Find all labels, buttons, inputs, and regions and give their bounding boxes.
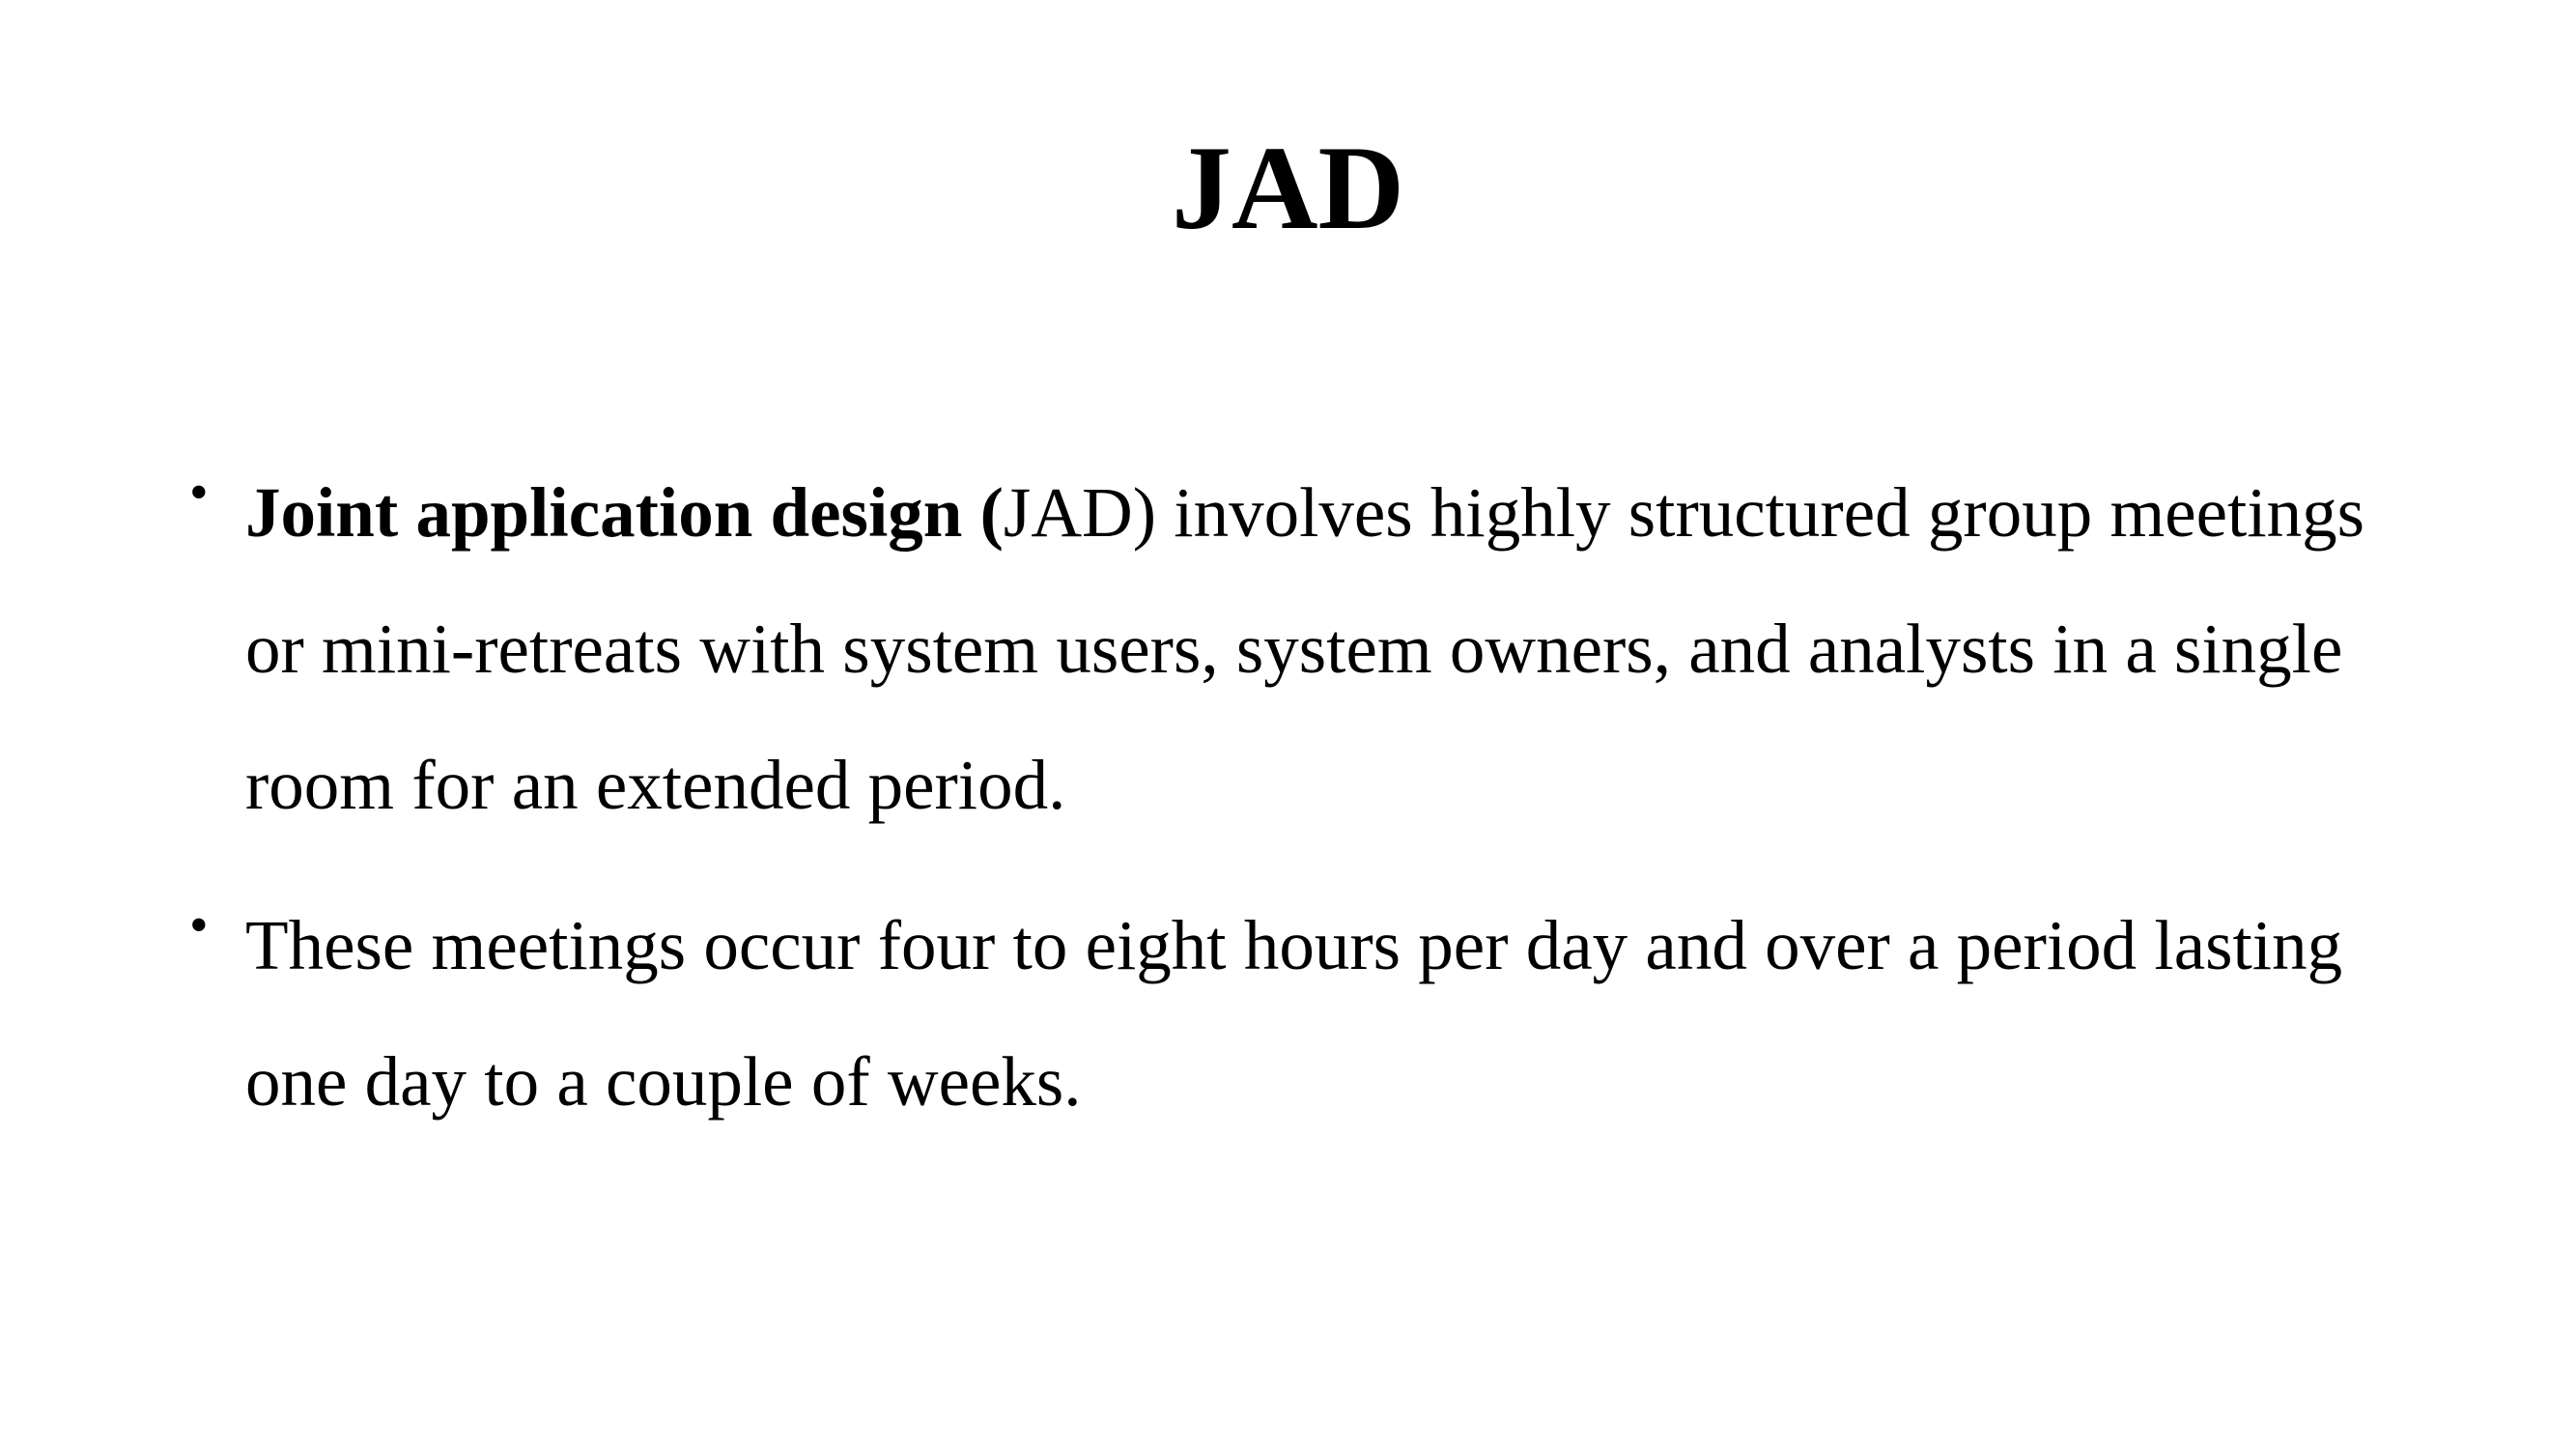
bullet-bold-term: Joint application design ( [245,473,1004,552]
slide: JAD • Joint application design (JAD) inv… [0,0,2576,1449]
bullet-dot-icon: • [189,895,209,955]
bullet-item: • These meetings occur four to eight hou… [189,877,2392,1150]
bullet-list: • Joint application design (JAD) involve… [189,444,2392,1174]
slide-title: JAD [1171,122,1405,254]
bullet-item: • Joint application design (JAD) involve… [189,444,2392,853]
bullet-dot-icon: • [189,463,209,523]
bullet-text: These meetings occur four to eight hours… [245,906,2343,1121]
